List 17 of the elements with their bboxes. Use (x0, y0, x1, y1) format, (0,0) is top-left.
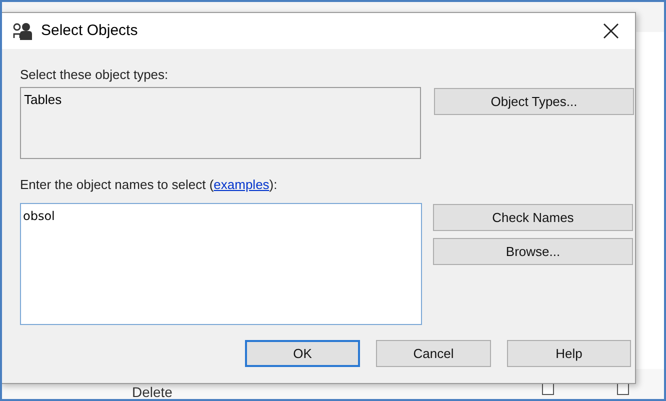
dialog-button[interactable]: Help (507, 340, 631, 367)
checkbox[interactable] (617, 383, 629, 395)
dialog-button[interactable]: Check Names (433, 204, 633, 231)
dialog-button[interactable]: Cancel (376, 340, 491, 367)
object-types-box: Tables (20, 87, 421, 159)
table-cell: Delete (132, 385, 172, 399)
dialog-button[interactable]: Browse... (433, 238, 633, 265)
field-label: Enter the object names to select (examples): (20, 177, 278, 193)
dialog-button[interactable]: OK (245, 340, 360, 367)
object-types-button[interactable]: Object Types... (434, 88, 634, 115)
window-title: Select Objects (41, 20, 139, 41)
examples-link[interactable]: examples (214, 177, 270, 192)
close-icon (603, 23, 619, 39)
checkbox[interactable] (542, 383, 554, 395)
object-names-field[interactable]: obsol (20, 203, 422, 325)
users-icon (13, 22, 33, 40)
field-label: Select these object types: (20, 67, 170, 83)
